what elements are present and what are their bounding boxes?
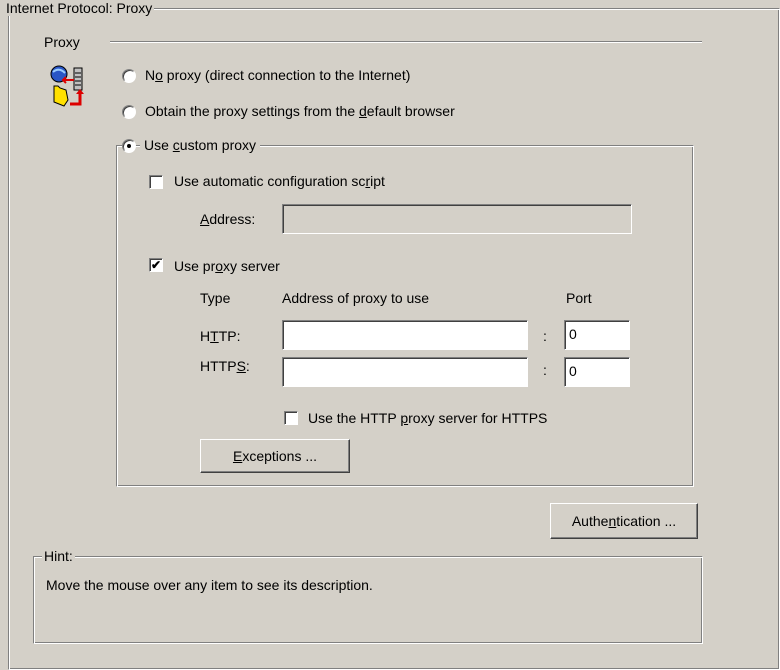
proxy-settings-icon — [46, 64, 96, 110]
type-column-header: Type — [200, 290, 231, 306]
exceptions-button[interactable]: Exceptions ... — [200, 439, 350, 473]
address-column-header: Address of proxy to use — [282, 290, 430, 306]
proxy-section-label: Proxy — [44, 34, 80, 50]
no-proxy-label[interactable]: No proxy (direct connection to the Inter… — [145, 66, 410, 84]
hint-groupbox — [33, 556, 703, 644]
default-browser-label[interactable]: Obtain the proxy settings from the defau… — [145, 102, 455, 120]
auto-config-label[interactable]: Use automatic configuration script — [174, 172, 385, 190]
use-http-for-https-label[interactable]: Use the HTTP proxy server for HTTPS — [308, 409, 547, 427]
custom-proxy-label[interactable]: Use custom proxy — [140, 137, 261, 153]
auto-config-checkbox[interactable] — [149, 175, 163, 189]
default-browser-radio[interactable] — [122, 105, 136, 119]
https-separator: : — [543, 362, 547, 378]
https-label: HTTPS: — [200, 358, 250, 374]
https-port-input[interactable]: 0 — [564, 357, 630, 387]
proxy-section-divider — [110, 41, 702, 43]
custom-proxy-radio[interactable] — [122, 139, 136, 153]
http-separator: : — [543, 328, 547, 344]
http-label: HTTP: — [200, 328, 241, 344]
address-label: Address: — [200, 211, 256, 227]
http-address-input[interactable] — [282, 320, 528, 350]
window-title: Internet Protocol: Proxy — [4, 0, 155, 16]
authentication-button[interactable]: Authentication ... — [550, 503, 698, 539]
port-column-header: Port — [566, 290, 592, 306]
https-address-input[interactable] — [282, 357, 528, 387]
hint-text: Move the mouse over any item to see its … — [46, 577, 373, 593]
custom-proxy-groupbox — [116, 145, 694, 487]
auto-config-address-field[interactable] — [282, 204, 632, 234]
use-http-for-https-checkbox[interactable] — [284, 411, 298, 425]
hint-label: Hint: — [42, 548, 75, 564]
http-port-input[interactable]: 0 — [564, 320, 630, 350]
use-proxy-server-checkbox[interactable]: ✔ — [149, 258, 163, 272]
no-proxy-radio[interactable] — [122, 69, 136, 83]
use-proxy-server-label[interactable]: Use proxy server — [174, 257, 280, 275]
